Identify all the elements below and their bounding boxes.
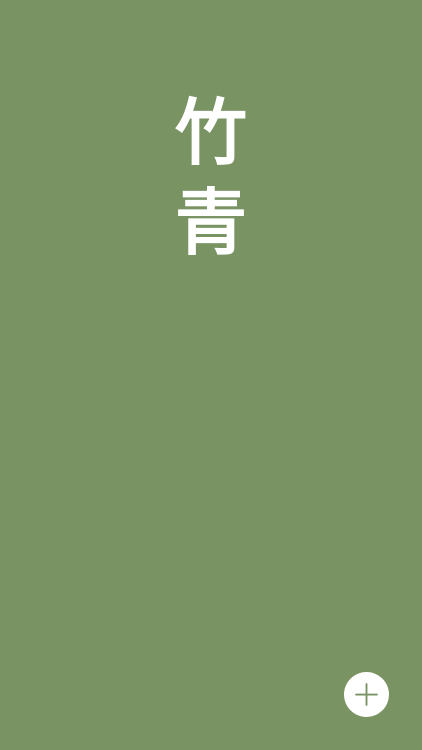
color-name-char-1: 竹 [174, 90, 247, 175]
add-button[interactable] [344, 672, 389, 717]
plus-icon [354, 682, 379, 707]
color-screen: 竹 青 [0, 0, 422, 750]
color-name-char-2: 青 [174, 180, 247, 265]
color-name-title: 竹 青 [0, 88, 422, 268]
